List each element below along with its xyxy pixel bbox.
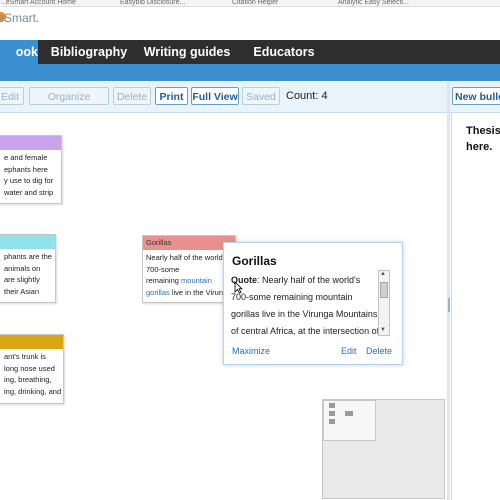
notecard-gorillas[interactable]: Gorillas Nearly half of the world's 700-… — [142, 235, 236, 303]
scrollbar-thumb[interactable] — [380, 282, 388, 298]
maximize-link[interactable]: Maximize — [232, 346, 270, 356]
print-button[interactable]: Print — [155, 87, 188, 105]
thesis-label: Thesis: — [466, 125, 500, 137]
quote-text: : Nearly half of the world's — [257, 275, 361, 285]
main-nav: Bibliography Writing guides Educators — [0, 40, 500, 64]
scroll-down-icon[interactable]: ▼ — [380, 327, 386, 333]
notecard[interactable]: phants are the animals on are slightly t… — [0, 234, 56, 303]
sub-nav-bar — [0, 64, 500, 81]
notecard-text: e and female — [4, 153, 48, 162]
notecard-header[interactable] — [0, 235, 55, 249]
minimap-card — [329, 403, 335, 408]
notecard-text: animals on — [4, 263, 41, 273]
notecard-title[interactable]: Gorillas — [143, 236, 235, 250]
keyword-link[interactable]: gorillas — [146, 288, 170, 297]
notecard[interactable]: e and female ephants here y use to dig f… — [0, 135, 62, 204]
full-view-button[interactable]: Full View — [191, 87, 239, 105]
tab-notebook[interactable]: ook — [0, 40, 38, 64]
panel-divider[interactable] — [447, 82, 450, 500]
bookmark-item[interactable]: Analytic Easy Selecti... — [338, 0, 409, 6]
saved-button[interactable]: Saved — [242, 87, 280, 105]
minimap-card — [345, 411, 353, 416]
popup-quote: Quote: Nearly half of the world's 700-so… — [231, 272, 380, 340]
edit-link[interactable]: Edit — [341, 346, 357, 356]
quote-text: 700-some remaining mountain — [231, 292, 353, 302]
organize-button[interactable]: Organize — [29, 87, 109, 105]
delete-link[interactable]: Delete — [366, 346, 392, 356]
bookmarks-bar: ...eSmart Account Home Easybib Disclosur… — [0, 0, 500, 7]
notecard-text: Nearly half of the world's — [146, 253, 228, 262]
notecard-text: ing, breathing, — [4, 375, 52, 384]
site-logo[interactable]: teSmart. — [0, 11, 39, 25]
notecard-text: are slightly — [4, 275, 40, 284]
resize-handle[interactable] — [448, 298, 450, 312]
notecard-text: y use to dig for — [4, 176, 54, 185]
notecard-text: their Asian — [4, 286, 40, 296]
notecard-header[interactable] — [0, 335, 63, 349]
sub-nav-item[interactable]: s — [0, 1, 3, 12]
bookmark-item[interactable]: Easybib Disclosure... — [120, 0, 185, 6]
minimap-card — [329, 419, 335, 424]
notecard-text: water and strip — [4, 187, 54, 197]
delete-button[interactable]: Delete — [113, 87, 151, 105]
notecard-header[interactable] — [0, 136, 61, 150]
minimap-card — [329, 411, 335, 416]
edit-button[interactable]: Edit — [0, 87, 24, 105]
thesis-placeholder: here. — [466, 141, 493, 153]
notecard-text: ing, drinking, and — [4, 386, 62, 396]
mouse-cursor-icon — [234, 281, 243, 294]
tab-writing-guides[interactable]: Writing guides — [141, 40, 233, 64]
notecard-toolbar: Edit Organize Delete Print Full View Sav… — [0, 82, 448, 113]
outline-panel — [451, 113, 500, 500]
new-bullet-button[interactable]: New bullet — [452, 87, 500, 105]
notecard-text: 700-some — [146, 264, 180, 274]
card-count: Count: 4 — [286, 90, 328, 102]
notecard-text: remaining — [146, 276, 182, 285]
notecard[interactable]: ant's trunk is long nose used ing, breat… — [0, 334, 64, 404]
bookmark-item[interactable]: ...eSmart Account Home — [0, 0, 76, 6]
keyword-link[interactable]: mountain — [181, 276, 212, 285]
scroll-up-icon[interactable]: ▲ — [380, 271, 386, 277]
popup-title: Gorillas — [232, 254, 277, 268]
bookmark-item[interactable]: Citation Helper — [232, 0, 278, 6]
notecard-text: long nose used — [4, 363, 55, 373]
notecard-text: ephants here — [4, 164, 48, 174]
logo-row — [0, 7, 500, 39]
tab-bibliography[interactable]: Bibliography — [48, 40, 130, 64]
notecard-text: ant's trunk is — [4, 352, 46, 361]
thesis-text[interactable]: Thesis: here. — [466, 123, 500, 155]
quote-text: gorillas live in the Virunga Mountains — [231, 309, 378, 319]
tab-educators[interactable]: Educators — [252, 40, 316, 64]
quote-text: of central Africa, at the intersection o… — [231, 326, 380, 336]
notecard-text: phants are the — [4, 252, 52, 261]
